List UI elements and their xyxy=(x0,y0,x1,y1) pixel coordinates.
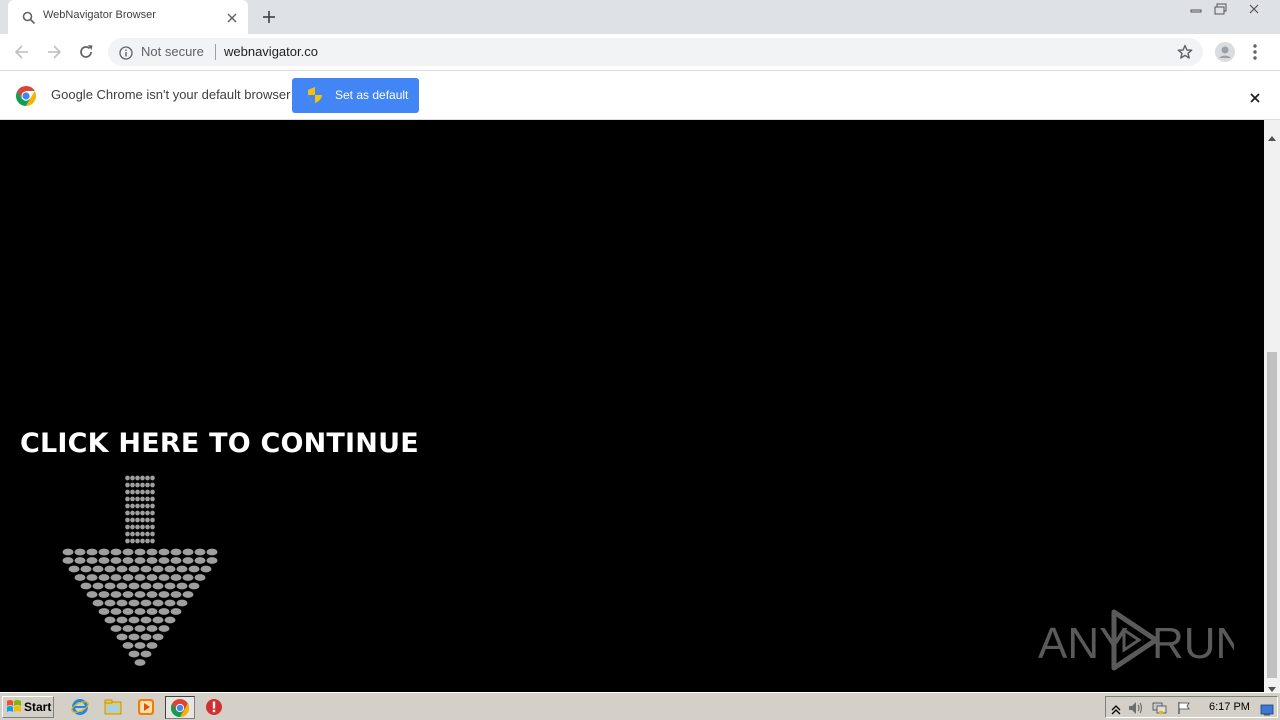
scroll-up-icon[interactable] xyxy=(1268,126,1276,145)
clock[interactable]: 6:17 PM xyxy=(1209,701,1250,713)
security-label[interactable]: Not secure xyxy=(141,44,204,59)
back-icon[interactable] xyxy=(12,42,32,62)
show-hidden-icons-icon[interactable] xyxy=(1111,701,1121,720)
shield-icon xyxy=(308,87,322,106)
star-icon[interactable] xyxy=(1177,44,1193,64)
window-close-button[interactable] xyxy=(1241,0,1267,18)
taskbar: Start 6:17 PM xyxy=(0,692,1280,720)
system-tray: 6:17 PM xyxy=(1105,696,1278,718)
info-icon[interactable] xyxy=(119,45,133,64)
chrome-icon[interactable] xyxy=(165,696,195,719)
scrollbar-thumb[interactable] xyxy=(1267,352,1277,678)
tab-strip: WebNavigator Browser xyxy=(0,0,1280,34)
anyrun-watermark: ANY RUN xyxy=(1038,609,1234,671)
infobar-message: Google Chrome isn't your default browser xyxy=(51,87,291,102)
omnibox-separator xyxy=(215,44,216,60)
folder-icon[interactable] xyxy=(104,698,122,716)
default-browser-infobar: Google Chrome isn't your default browser… xyxy=(0,70,1280,120)
more-icon[interactable] xyxy=(1252,43,1258,65)
reload-icon[interactable] xyxy=(76,42,96,62)
vertical-scrollbar[interactable] xyxy=(1264,120,1280,692)
address-bar[interactable]: Not secure webnavigator.co xyxy=(108,38,1203,66)
forward-icon[interactable] xyxy=(44,42,64,62)
stop-icon[interactable] xyxy=(205,698,223,716)
watermark-right-text: RUN xyxy=(1152,619,1234,668)
arrow-down-icon[interactable] xyxy=(56,474,224,674)
click-to-continue-link[interactable]: CLICK HERE TO CONTINUE xyxy=(20,428,419,459)
chrome-logo-icon xyxy=(16,86,36,110)
page-content[interactable]: CLICK HERE TO CONTINUE ANY RUN xyxy=(0,120,1264,692)
plus-icon[interactable] xyxy=(260,8,278,30)
close-icon[interactable] xyxy=(1249,89,1261,108)
set-as-default-button[interactable]: Set as default xyxy=(292,78,419,113)
restore-button[interactable] xyxy=(1208,0,1234,18)
url-text[interactable]: webnavigator.co xyxy=(224,44,318,59)
profile-icon[interactable] xyxy=(1215,42,1235,66)
media-player-icon[interactable] xyxy=(137,698,155,716)
show-desktop-icon[interactable] xyxy=(1260,701,1274,720)
action-center-flag-icon[interactable] xyxy=(1177,700,1191,719)
minimize-button[interactable] xyxy=(1183,0,1209,18)
start-button[interactable]: Start xyxy=(2,696,54,718)
search-icon xyxy=(22,10,36,29)
ie-icon[interactable] xyxy=(71,698,89,716)
set-as-default-label: Set as default xyxy=(335,88,409,102)
network-icon[interactable] xyxy=(1152,700,1168,719)
toolbar: Not secure webnavigator.co xyxy=(0,34,1280,70)
volume-icon[interactable] xyxy=(1128,700,1144,719)
windows-logo-icon xyxy=(6,699,22,716)
close-icon[interactable] xyxy=(226,9,238,28)
start-label: Start xyxy=(24,700,52,714)
tab-active[interactable]: WebNavigator Browser xyxy=(8,0,248,34)
tab-title: WebNavigator Browser xyxy=(43,9,156,21)
